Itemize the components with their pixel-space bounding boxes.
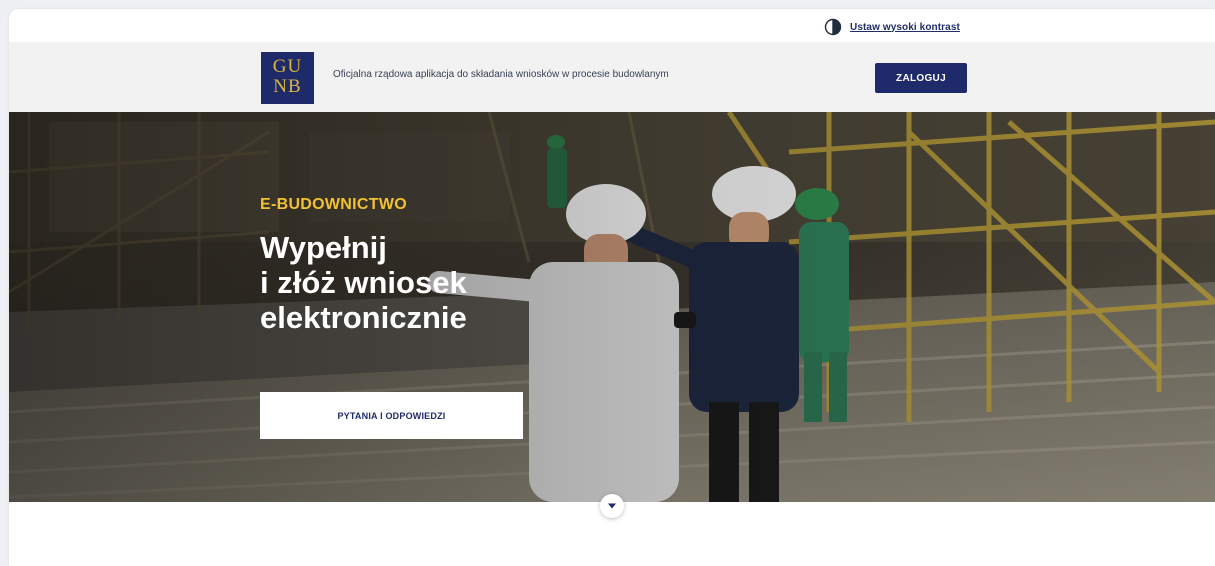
utility-bar: Ustaw wysoki kontrast	[9, 9, 1215, 42]
site-tagline: Oficjalna rządowa aplikacja do składania…	[333, 69, 669, 80]
scroll-down-button[interactable]	[600, 494, 624, 518]
hero-eyebrow: E-BUDOWNICTWO	[260, 196, 407, 213]
headline-line: Wypełnij	[260, 230, 387, 265]
contrast-icon	[824, 18, 842, 36]
high-contrast-link[interactable]: Ustaw wysoki kontrast	[850, 22, 960, 33]
headline-line: elektronicznie	[260, 300, 467, 335]
login-button[interactable]: ZALOGUJ	[875, 63, 967, 93]
gunb-logo[interactable]: GU NB	[261, 52, 314, 104]
construction-site-photo	[9, 112, 1215, 502]
logo-text-bottom: NB	[273, 76, 302, 97]
hero-banner: E-BUDOWNICTWO Wypełnij i złóż wniosek el…	[9, 112, 1215, 502]
logo-text-top: GU	[272, 56, 303, 77]
headline-line: i złóż wniosek	[260, 265, 467, 300]
site-header: GU NB Oficjalna rządowa aplikacja do skł…	[9, 42, 1215, 112]
faq-button[interactable]: PYTANIA I ODPOWIEDZI	[260, 392, 523, 439]
high-contrast-toggle[interactable]: Ustaw wysoki kontrast	[824, 18, 960, 36]
hero-headline: Wypełnij i złóż wniosek elektronicznie	[260, 230, 580, 335]
chevron-down-icon	[608, 503, 616, 509]
browser-page: Ustaw wysoki kontrast GU NB Oficjalna rz…	[9, 9, 1215, 566]
